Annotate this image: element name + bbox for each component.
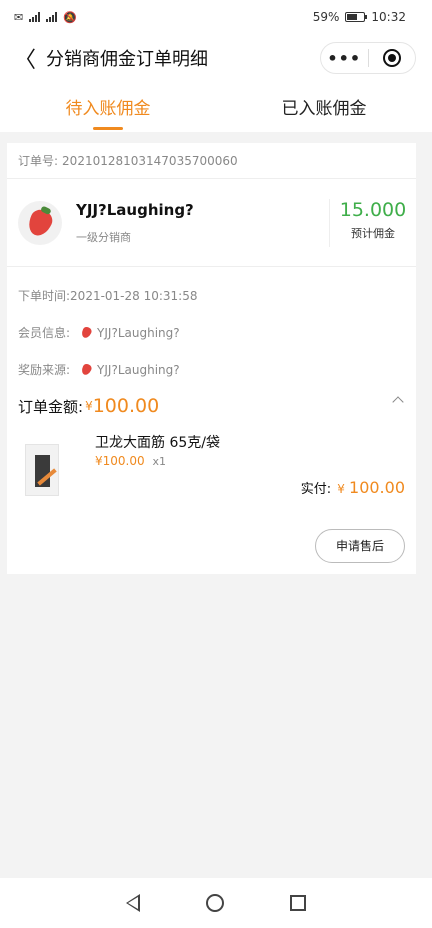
signal-icon-2 — [46, 12, 58, 22]
strawberry-icon — [80, 362, 93, 377]
tab-label: 待入账佣金 — [65, 99, 151, 119]
amount-currency: ¥ — [85, 399, 93, 413]
notification-icon: ✉ — [14, 10, 24, 24]
more-menu-button[interactable]: ••• — [321, 49, 368, 68]
status-right: 59% 10:32 — [313, 10, 406, 24]
order-time-row: 下单时间: 2021-01-28 10:31:58 — [7, 277, 416, 314]
nav-recent-apps-icon[interactable] — [290, 895, 306, 911]
member-info-row: 会员信息: YJJ?Laughing? — [7, 314, 416, 351]
product-price: ¥100.00 — [95, 454, 145, 468]
order-amount-row[interactable]: 订单金额: ¥ 100.00 — [7, 388, 416, 424]
product-thumbnail — [25, 444, 59, 496]
page-title: 分销商佣金订单明细 — [46, 49, 208, 70]
tab-bar: 待入账佣金 已入账佣金 — [0, 82, 432, 132]
paid-amount: 实付: ¥ 100.00 — [301, 478, 405, 497]
paid-value: 100.00 — [349, 478, 405, 497]
order-time: 2021-01-28 10:31:58 — [70, 288, 198, 303]
target-icon — [382, 49, 401, 67]
miniprogram-capsule: ••• — [320, 42, 416, 74]
tab-pending-commission[interactable]: 待入账佣金 — [0, 82, 216, 132]
battery-icon — [345, 12, 368, 22]
amount-value: 100.00 — [92, 395, 160, 417]
member-label: 会员信息: — [18, 326, 71, 340]
distributor-level: 一级分销商 — [76, 230, 131, 244]
amount-label: 订单金额: — [18, 397, 84, 416]
product-item: 卫龙大面筋 65克/袋 ¥100.00 x1 实付: ¥ 100.00 — [7, 424, 416, 508]
strawberry-icon — [24, 206, 56, 239]
distributor-info: YJJ?Laughing? 一级分销商 — [76, 201, 194, 245]
order-number: 20210128103147035700060 — [62, 153, 238, 168]
product-qty: x1 — [152, 455, 166, 468]
paid-currency: ¥ — [337, 482, 345, 496]
apply-after-sale-button[interactable]: 申请售后 — [315, 529, 405, 563]
source-name: YJJ?Laughing? — [97, 362, 180, 377]
tab-settled-commission[interactable]: 已入账佣金 — [216, 82, 432, 132]
order-card: 订单号: 20210128103147035700060 YJJ?Laughin… — [7, 143, 416, 574]
product-name: 卫龙大面筋 65克/袋 — [95, 435, 220, 451]
order-time-label: 下单时间: — [18, 289, 71, 303]
battery-percent: 59% — [312, 10, 340, 24]
tab-label: 已入账佣金 — [281, 99, 367, 119]
distributor-name: YJJ?Laughing? — [76, 200, 194, 219]
commission-label: 预计佣金 — [351, 227, 395, 240]
mute-icon: 🔕 — [63, 10, 77, 24]
commission-box: 15.000 预计佣金 — [329, 199, 416, 247]
reward-source-row: 奖励来源: YJJ?Laughing? — [7, 351, 416, 388]
clock: 10:32 — [371, 10, 406, 24]
signal-icon — [29, 12, 41, 22]
order-number-row: 订单号: 20210128103147035700060 — [7, 143, 416, 179]
strawberry-icon — [80, 325, 93, 340]
paid-label: 实付: — [300, 482, 332, 497]
order-number-label: 订单号: — [18, 154, 59, 168]
back-button[interactable]: 〈 — [14, 42, 42, 74]
chevron-up-icon[interactable] — [392, 396, 404, 408]
product-price-row: ¥100.00 x1 — [95, 454, 166, 468]
close-miniprogram-button[interactable] — [369, 49, 416, 67]
tab-active-indicator — [93, 127, 123, 130]
member-name: YJJ?Laughing? — [97, 325, 180, 340]
nav-header: 〈 分销商佣金订单明细 ••• — [0, 34, 432, 82]
system-nav-bar — [0, 878, 432, 928]
nav-home-icon[interactable] — [206, 894, 224, 912]
status-bar: ✉ 🔕 59% 10:32 — [0, 0, 432, 34]
nav-back-icon[interactable] — [126, 894, 140, 912]
commission-value: 15.000 — [339, 199, 407, 221]
distributor-row: YJJ?Laughing? 一级分销商 15.000 预计佣金 — [7, 179, 416, 267]
source-label: 奖励来源: — [18, 363, 71, 377]
avatar — [18, 200, 62, 245]
status-icons: ✉ 🔕 — [14, 11, 77, 24]
